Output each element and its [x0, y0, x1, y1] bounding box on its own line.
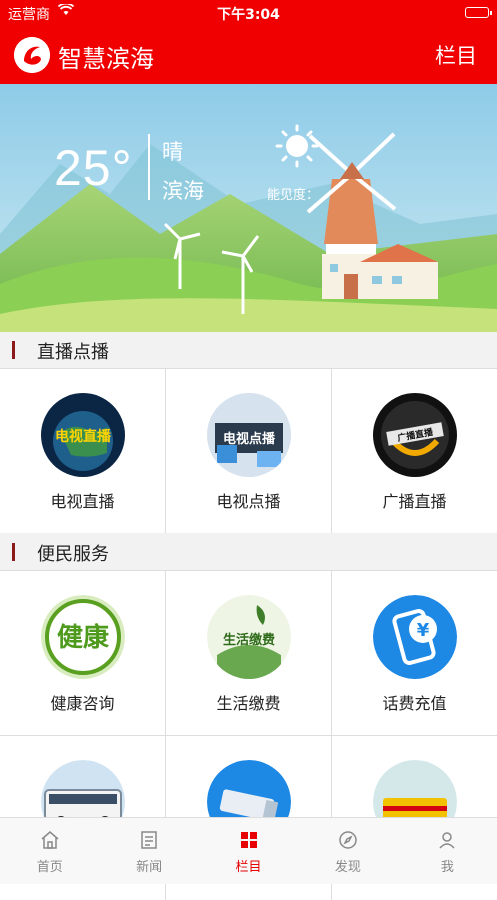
landscape-illustration — [0, 84, 497, 332]
section-marker — [12, 543, 15, 561]
svg-text:生活缴费: 生活缴费 — [223, 632, 275, 648]
radio-live-button[interactable]: 广播直播 广播直播 — [332, 369, 497, 533]
live-grid: 电视直播 电视直播 电视点播 电视点播 广播直播 广播直播 — [0, 368, 497, 533]
radio-live-icon: 广播直播 — [373, 393, 457, 477]
news-icon — [141, 831, 157, 849]
tab-me[interactable]: 我 — [398, 818, 497, 884]
section-title: 直播点播 — [37, 342, 109, 363]
battery-icon — [465, 7, 492, 18]
compass-icon — [339, 831, 357, 849]
tab-home[interactable]: 首页 — [0, 818, 99, 884]
section-header-services: 便民服务 — [0, 534, 497, 570]
tab-label: 我 — [440, 860, 454, 875]
tile-label: 话费充值 — [382, 694, 447, 713]
tab-label: 新闻 — [136, 860, 163, 875]
section-header-live: 直播点播 — [0, 332, 497, 368]
section-title: 便民服务 — [37, 544, 109, 565]
tab-label: 首页 — [36, 860, 63, 875]
columns-menu-button[interactable]: 栏目 — [435, 40, 477, 70]
status-bar: 运营商 下午3:04 — [0, 0, 497, 26]
section-marker — [12, 341, 15, 359]
tile-label: 电视直播 — [50, 492, 115, 511]
tv-live-icon: 电视直播 — [41, 393, 125, 477]
home-icon — [41, 831, 59, 849]
tv-vod-button[interactable]: 电视点播 电视点播 — [166, 369, 331, 533]
bill-pay-button[interactable]: 生活缴费 生活缴费 — [166, 571, 331, 735]
weather-temperature: 25° — [54, 140, 133, 196]
app-logo-icon — [14, 37, 50, 73]
tab-label: 发现 — [334, 860, 361, 875]
app-title: 智慧滨海 — [58, 45, 154, 73]
svg-text:健康: 健康 — [57, 622, 110, 653]
weather-banner — [0, 84, 497, 332]
tab-columns[interactable]: 栏目 — [199, 818, 298, 884]
health-icon: 健康 — [41, 595, 125, 679]
tile-label: 电视点播 — [216, 492, 281, 511]
tab-label: 栏目 — [235, 860, 262, 875]
svg-text:电视直播: 电视直播 — [55, 428, 112, 445]
clock: 下午3:04 — [217, 7, 280, 23]
user-icon — [439, 832, 455, 849]
svg-text:电视点播: 电视点播 — [223, 431, 276, 447]
health-consult-button[interactable]: 健康 健康咨询 — [0, 571, 165, 735]
svg-text:¥: ¥ — [417, 620, 430, 641]
weather-condition: 晴 — [162, 140, 183, 164]
tv-vod-icon: 电视点播 — [207, 393, 291, 477]
bottom-tab-bar: 首页 新闻 栏目 发现 我 — [0, 817, 497, 884]
tile-label: 广播直播 — [382, 492, 447, 511]
tab-news[interactable]: 新闻 — [99, 818, 198, 884]
bill-pay-icon: 生活缴费 — [207, 595, 291, 679]
weather-visibility: 能见度： — [267, 188, 320, 203]
tv-live-button[interactable]: 电视直播 电视直播 — [0, 369, 165, 533]
columns-icon — [240, 832, 257, 848]
app-header: 智慧滨海 栏目 — [0, 26, 497, 84]
weather-city: 滨海 — [162, 179, 204, 203]
tile-label: 健康咨询 — [50, 694, 115, 713]
tab-discover[interactable]: 发现 — [298, 818, 397, 884]
phone-recharge-icon: ¥ — [373, 595, 457, 679]
weather-divider — [148, 134, 150, 200]
tile-label: 生活缴费 — [216, 694, 281, 713]
phone-recharge-button[interactable]: ¥ 话费充值 — [332, 571, 497, 735]
